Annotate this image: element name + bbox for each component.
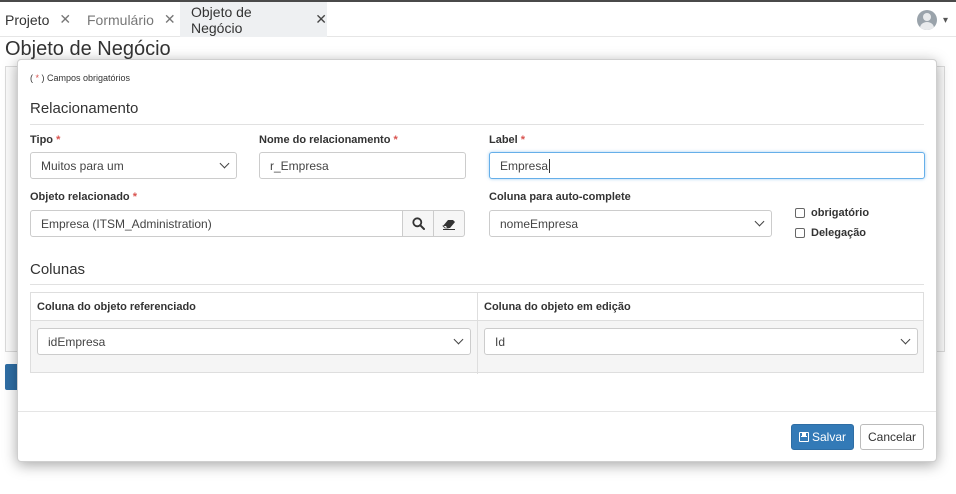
tab-label: Projeto: [5, 11, 50, 28]
user-menu[interactable]: ▾: [916, 10, 948, 30]
close-icon[interactable]: ✕: [315, 11, 327, 28]
close-icon[interactable]: ✕: [59, 11, 71, 28]
close-icon[interactable]: ✕: [164, 11, 176, 28]
label-input[interactable]: Empresa: [489, 152, 925, 179]
user-avatar-icon: [916, 10, 937, 30]
tab-formulario[interactable]: Formulário ✕: [87, 2, 176, 37]
nome-relacionamento-input[interactable]: r_Empresa: [259, 152, 466, 179]
tab-objeto-de-negocio[interactable]: Objeto de Negócio ✕: [180, 2, 327, 37]
chevron-down-icon: [219, 158, 230, 169]
coluna-auto-complete-label: Coluna para auto-complete: [489, 191, 631, 203]
chevron-down-icon: [754, 216, 765, 227]
delegacao-checkbox[interactable]: [795, 228, 805, 238]
chevron-down-icon: ▾: [942, 14, 948, 26]
save-button[interactable]: Salvar: [791, 424, 854, 450]
tab-bar: Projeto ✕ Formulário ✕ Objeto de Negócio…: [0, 0, 956, 37]
section-title-colunas: Colunas: [30, 261, 86, 278]
eraser-icon: [442, 219, 455, 230]
chevron-down-icon: [900, 334, 911, 345]
nome-relacionamento-label: Nome do relacionamento *: [259, 134, 398, 146]
delegacao-checkbox-row[interactable]: Delegação: [795, 227, 866, 239]
label-field-label: Label *: [489, 134, 526, 146]
required-fields-note: ( * ) Campos obrigatórios: [30, 73, 131, 83]
obrigatorio-checkbox[interactable]: [795, 208, 805, 218]
objeto-relacionado-input[interactable]: Empresa (ITSM_Administration): [30, 210, 403, 237]
tab-label: Formulário: [87, 11, 154, 28]
search-button[interactable]: [402, 210, 434, 237]
tipo-select[interactable]: Muitos para um: [30, 152, 237, 179]
columns-table: Coluna do objeto referenciado Coluna do …: [30, 292, 924, 374]
chevron-down-icon: [453, 334, 464, 345]
tab-projeto[interactable]: Projeto ✕: [5, 2, 71, 37]
search-icon: [411, 217, 425, 230]
page-title: Objeto de Negócio: [5, 38, 171, 60]
relationship-modal: ( * ) Campos obrigatórios Relacionamento…: [17, 59, 937, 462]
section-divider: [30, 124, 924, 125]
tab-label: Objeto de Negócio: [191, 3, 252, 36]
save-icon: [798, 432, 809, 442]
section-title-relacionamento: Relacionamento: [30, 100, 139, 117]
coluna-edicao-select[interactable]: Id: [484, 328, 918, 355]
column-divider: [477, 293, 478, 374]
text-cursor: [549, 158, 551, 173]
coluna-referenciada-select[interactable]: idEmpresa: [37, 328, 471, 355]
section-divider: [30, 284, 924, 285]
table-header-editing: Coluna do objeto em edição: [478, 293, 923, 321]
clear-button[interactable]: [433, 210, 465, 237]
cancel-button[interactable]: Cancelar: [860, 424, 924, 450]
tipo-label: Tipo *: [30, 134, 61, 146]
footer-divider: [18, 411, 936, 412]
coluna-auto-complete-select[interactable]: nomeEmpresa: [489, 210, 772, 237]
table-header-referenced: Coluna do objeto referenciado: [31, 293, 477, 321]
objeto-relacionado-label: Objeto relacionado *: [30, 191, 137, 203]
obrigatorio-checkbox-row[interactable]: obrigatório: [795, 207, 869, 219]
